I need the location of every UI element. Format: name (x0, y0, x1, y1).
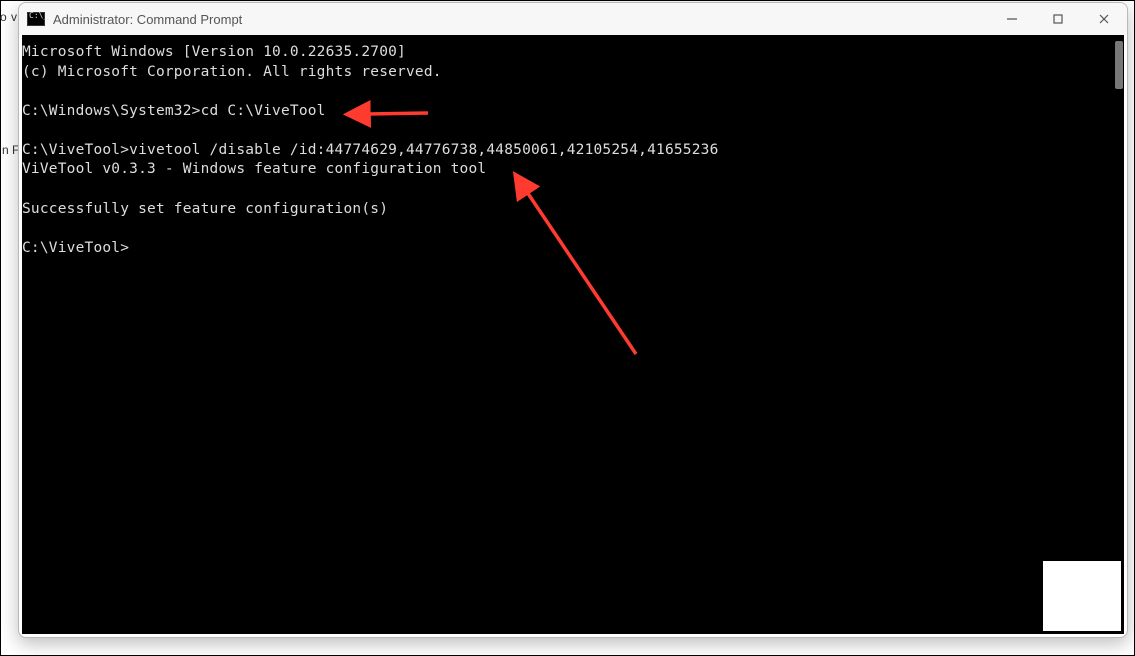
minimize-button[interactable] (989, 3, 1035, 35)
terminal-line (22, 219, 1122, 239)
terminal-line: ViVeTool v0.3.3 - Windows feature config… (22, 160, 1122, 180)
terminal-line: C:\Windows\System32>cd C:\ViveTool (22, 102, 1122, 122)
terminal-line: C:\ViveTool> (22, 239, 1122, 259)
titlebar[interactable]: Administrator: Command Prompt (19, 3, 1127, 35)
terminal-line: Successfully set feature configuration(s… (22, 200, 1122, 220)
terminal-line (22, 121, 1122, 141)
terminal-output[interactable]: Microsoft Windows [Version 10.0.22635.27… (22, 35, 1124, 634)
terminal-line: Microsoft Windows [Version 10.0.22635.27… (22, 43, 1122, 63)
window-title: Administrator: Command Prompt (53, 12, 242, 27)
terminal-line (22, 82, 1122, 102)
close-button[interactable] (1081, 3, 1127, 35)
scrollbar-track[interactable] (1111, 35, 1124, 634)
terminal-line (22, 180, 1122, 200)
maximize-button[interactable] (1035, 3, 1081, 35)
terminal-line: C:\ViveTool>vivetool /disable /id:447746… (22, 141, 1122, 161)
terminal-line: (c) Microsoft Corporation. All rights re… (22, 63, 1122, 83)
background-window-snippet-top: o v (0, 10, 18, 24)
background-window-snippet-mid: n F (2, 143, 19, 157)
command-prompt-window: Administrator: Command Prompt Microsoft … (18, 2, 1128, 638)
overlay-block (1043, 561, 1121, 631)
cmd-icon (27, 12, 45, 26)
scrollbar-thumb[interactable] (1115, 41, 1123, 89)
window-controls-group (989, 3, 1127, 35)
